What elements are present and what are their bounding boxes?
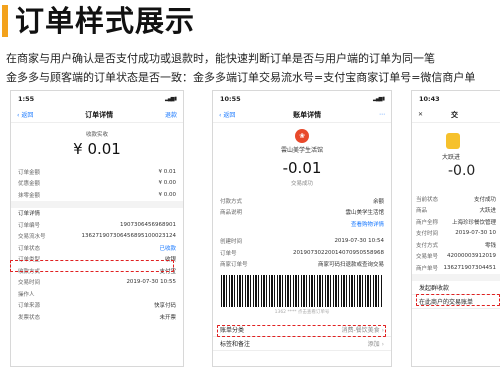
detail-row: 商品 大跃进 [416, 208, 496, 215]
status-bar: 10:43 [412, 91, 500, 107]
detail-row: 优惠金额 ¥ 0.00 [18, 180, 176, 188]
highlight-wechat-merchant-number [416, 294, 500, 306]
more-icon[interactable]: ⋯ [379, 111, 385, 118]
status-bar: 1:55 ▂▄▆ ▮ [11, 91, 183, 107]
amount-label: 收款实收 [85, 132, 108, 138]
signal-icon: ▂▄▆ ▮ [164, 96, 177, 102]
title-accent-bar [2, 5, 8, 37]
detail-row: 交易时间 2019-07-30 10:55 [18, 279, 176, 287]
detail-row: 发票状态 未开票 [18, 314, 176, 321]
description-line-1: 在商家与用户确认是否支付成功或退款时，能快速判断订单是否与用户端的订单为同一笔 [6, 52, 435, 65]
merchant-name: 大跃进 [442, 154, 461, 161]
detail-row: 操作人 [18, 291, 35, 298]
detail-row: 商品说明 雲山美学生活馆 [220, 210, 384, 217]
amount-value: -0.0 [448, 163, 476, 179]
divider [412, 273, 500, 281]
phone-wechat-bill: 10:43 ✕ 交 大跃进 -0.0 当前状态 支付成功 商品 大跃进 商户全称 上海… [411, 90, 500, 367]
detail-row: 付款方式 余额 [220, 198, 384, 205]
phone-jinduoduo-order: 1:55 ▂▄▆ ▮ ‹ 返回 订单详情 退款 收款实收 ¥ 0.01 订单金额… [10, 90, 184, 367]
highlight-serial-number [10, 260, 174, 272]
status-bar: 10:55 ▂▄▆ ▮ [213, 91, 391, 107]
detail-row[interactable]: 查看购物详情 [213, 218, 391, 230]
page-title: 订单样式展示 [15, 4, 196, 38]
close-icon[interactable]: ✕ [418, 111, 423, 118]
merchant-header: ❀ 雲山美学生活馆 [213, 123, 391, 154]
barcode-image [221, 275, 383, 307]
status-text: 交易成功 [290, 181, 313, 187]
nav-title: 订单详情 [85, 110, 114, 119]
nav-bar: ✕ 交 [412, 107, 500, 123]
merchant-logo-icon: ❀ [295, 129, 309, 143]
status-time: 1:55 [18, 95, 35, 103]
description-line-2: 金多多与顾客端的订单状态是否一致：金多多端订单交易流水号=支付宝商家订单号=微信… [6, 71, 476, 84]
refund-button[interactable]: 退款 [165, 110, 177, 119]
signal-icon: ▂▄▆ ▮ [372, 96, 385, 102]
amount-value: -0.01 [282, 159, 322, 177]
status-time: 10:43 [419, 95, 440, 103]
detail-row: 支付时间 2019-07-30 10 [416, 230, 496, 238]
detail-row: 订单编号 1907306456968901 [18, 221, 176, 229]
back-button[interactable]: ‹ 返回 [219, 110, 235, 119]
detail-row: 订单来源 快享付码 [18, 303, 176, 310]
nav-title: 账单详情 [293, 110, 322, 119]
amount-summary: -0.01 交易成功 [213, 154, 391, 187]
merchant-order-row: 商户单号 136271907304451 [416, 264, 496, 272]
amount-value: ¥ 0.01 [73, 140, 121, 158]
detail-row: 支付方式 零钱 [416, 242, 496, 249]
page-header: 订单样式展示 [0, 0, 500, 42]
nav-bar: ‹ 返回 账单详情 ⋯ [213, 107, 391, 123]
detail-row: 抹零金额 ¥ 0.00 [18, 191, 176, 199]
section-header: 订单详情 [18, 211, 41, 218]
detail-row: 订单金额 ¥ 0.01 [18, 168, 176, 176]
detail-row: 商家订单号 商家可码扫退款或查询交易 [220, 262, 384, 269]
nav-bar: ‹ 返回 订单详情 退款 [11, 107, 183, 123]
amount-summary: 收款实收 ¥ 0.01 [11, 123, 183, 158]
detail-row: 订单号 20190730220014070950558968 [220, 249, 384, 257]
detail-row: 商户全称 上海珍珍餐饮管理 [416, 219, 496, 226]
detail-row: 当前状态 支付成功 [416, 196, 496, 203]
merchant-name: 雲山美学生活馆 [280, 147, 323, 154]
nav-title: 交 [451, 110, 459, 119]
detail-row: 创建时间 2019-07-30 10:54 [220, 238, 384, 246]
detail-row: 订单状态 已收款 [18, 245, 176, 252]
back-button[interactable]: ‹ 返回 [17, 110, 33, 119]
highlight-merchant-order-number [217, 325, 386, 337]
detail-row: 交易单号 42000003912019 [416, 253, 496, 261]
tags-notes-row[interactable]: 标签和备注 添加 › [213, 337, 391, 351]
group-collect-row[interactable]: 发起群收款 [412, 281, 500, 295]
transaction-serial-row: 交易流水号 136271907306456895100023124 [18, 233, 176, 241]
divider [11, 200, 183, 208]
merchant-logo-icon [446, 133, 460, 149]
status-time: 10:55 [220, 95, 241, 103]
